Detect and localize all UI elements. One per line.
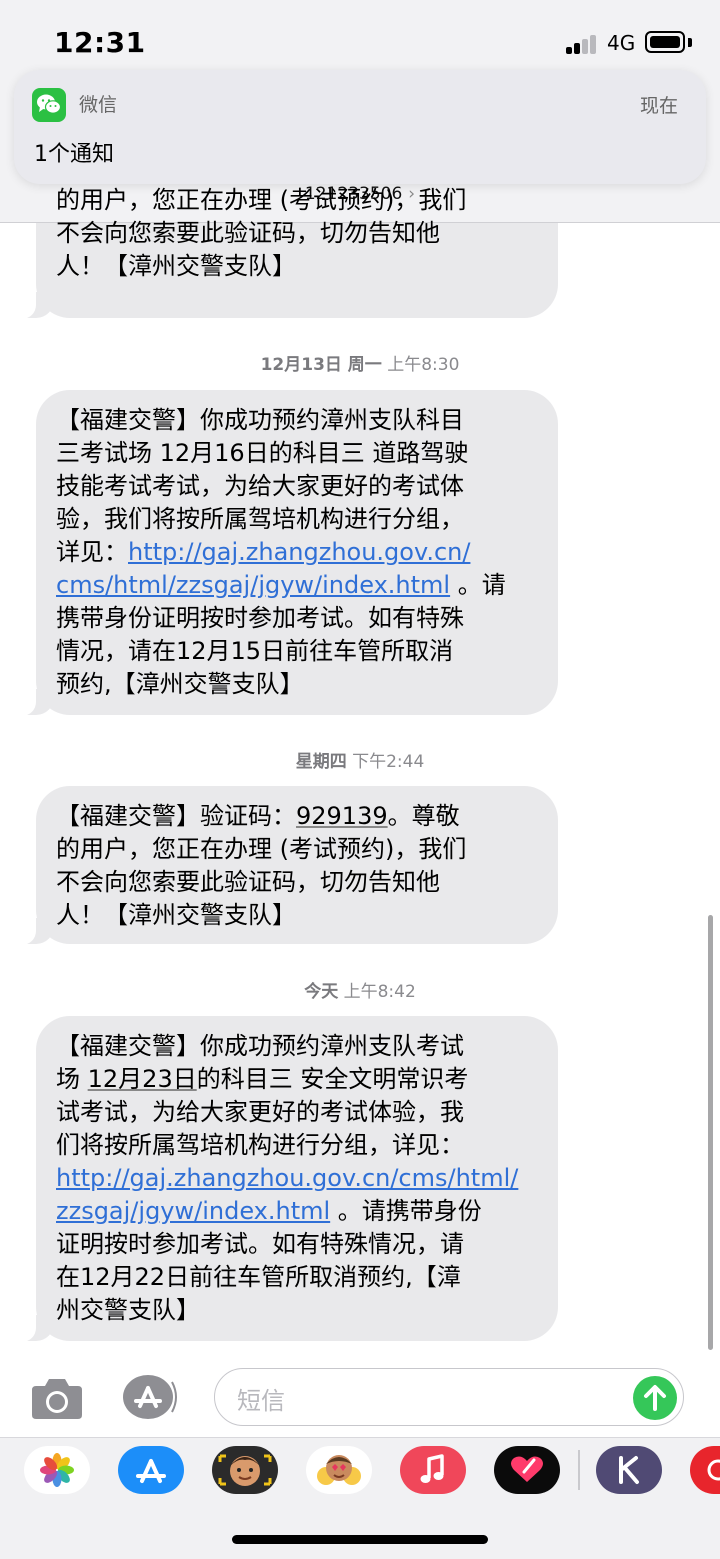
timestamp-time: 上午8:30	[387, 355, 460, 375]
message-text: 【福建交警】你成功预约漳州支队科目	[56, 406, 464, 434]
battery-icon	[645, 31, 685, 53]
timestamp-time: 下午2:44	[352, 752, 425, 772]
message-bubble-1[interactable]: 的用户，您正在办理 (考试预约)，我们 不会向您索要此验证码，切勿告知他 人！【漳州…	[14, 170, 558, 319]
message-text: 验，我们将按所属驾培机构进行分组，	[56, 505, 464, 533]
camera-icon	[32, 1379, 82, 1419]
message-line: 州交警支队】	[56, 1294, 540, 1327]
message-text: 三考试场 12月16日的科目三 道路驾驶	[56, 439, 469, 467]
network-type: 4G	[607, 31, 636, 55]
message-bubble-2[interactable]: 【福建交警】你成功预约漳州支队科目 三考试场 12月16日的科目三 道路驾驶 技能考…	[14, 390, 558, 716]
message-line: cms/html/zzsgaj/jgyw/index.html 。请	[56, 569, 540, 602]
notification-app-name: 微信	[79, 94, 118, 116]
music-app-icon[interactable]	[400, 1446, 466, 1494]
message-text: 人！【漳州交警支队】	[56, 252, 296, 280]
message-line: 在12月22日前往车管所取消预约,【漳	[56, 1261, 540, 1294]
k-app-icon[interactable]	[596, 1446, 662, 1494]
timestamp-day: 今天	[304, 982, 339, 1002]
message-line: 三考试场 12月16日的科目三 道路驾驶	[56, 437, 540, 470]
app-drawer-divider	[578, 1450, 580, 1490]
home-indicator	[232, 1535, 488, 1544]
message-text: 详见：	[56, 538, 128, 566]
timestamp-1: 12月13日 周一 上午8:30	[0, 350, 720, 375]
detected-data-text[interactable]: 929139	[296, 802, 388, 830]
message-text: 情况，请在12月15日前往车管所取消	[56, 637, 454, 665]
message-text: 。请	[450, 571, 506, 599]
message-text: 场	[56, 1065, 88, 1093]
message-line: 人！【漳州交警支队】	[56, 250, 540, 283]
timestamp-time: 上午8:42	[343, 982, 416, 1002]
app-store-icon	[123, 1375, 177, 1419]
notification-banner[interactable]: 微信 现在 1个通知	[14, 70, 706, 184]
message-link[interactable]: http://gaj.zhangzhou.gov.cn/	[128, 538, 470, 566]
message-link[interactable]: http://gaj.zhangzhou.gov.cn/cms/html/	[56, 1164, 518, 1192]
message-line: zzsgaj/jgyw/index.html 。请携带身份	[56, 1195, 540, 1228]
timestamp-2: 星期四 下午2:44	[0, 747, 720, 772]
message-text: 不会向您索要此验证码，切勿告知他	[56, 219, 440, 247]
message-line: 证明按时参加考试。如有特殊情况，请	[56, 1228, 540, 1261]
message-line: 们将按所属驾培机构进行分组，详见：	[56, 1129, 540, 1162]
timestamp-day: 星期四	[295, 752, 347, 772]
message-text: 【福建交警】验证码：	[56, 802, 296, 830]
detected-data-text[interactable]: 12月23日	[88, 1065, 197, 1093]
message-line: 试考试，为给大家更好的考试体验，我	[56, 1096, 540, 1129]
message-bubble-4[interactable]: 【福建交警】你成功预约漳州支队考试场 12月23日的科目三 安全文明常识考 试考试…	[14, 1016, 558, 1342]
notification-time: 现在	[639, 95, 678, 117]
message-text: 们将按所属驾培机构进行分组，详见：	[56, 1131, 464, 1159]
message-line: 人！【漳州交警支队】	[56, 899, 540, 932]
message-text: 证明按时参加考试。如有特殊情况，请	[56, 1230, 464, 1258]
message-text: 技能考试考试，为给大家更好的考试体	[56, 472, 464, 500]
message-line: 场 12月23日的科目三 安全文明常识考	[56, 1063, 540, 1096]
message-line: http://gaj.zhangzhou.gov.cn/cms/html/	[56, 1162, 540, 1195]
notification-body: 1个通知	[34, 142, 114, 167]
message-text: 试考试，为给大家更好的考试体验，我	[56, 1098, 464, 1126]
app-store-app-icon[interactable]	[118, 1446, 184, 1494]
message-line: 【福建交警】你成功预约漳州支队考试	[56, 1030, 540, 1063]
send-button[interactable]	[633, 1376, 677, 1420]
battery-cap	[688, 38, 692, 47]
message-line: 不会向您索要此验证码，切勿告知他	[56, 217, 540, 250]
message-line: 不会向您索要此验证码，切勿告知他	[56, 866, 540, 899]
message-bubble-3[interactable]: 【福建交警】验证码：929139。尊敬 的用户，您正在办理 (考试预约)，我们 不会…	[14, 786, 558, 945]
message-text: 的用户，您正在办理 (考试预约)，我们	[56, 186, 467, 214]
message-text: 州交警支队】	[56, 1296, 200, 1324]
message-line: 情况，请在12月15日前往车管所取消	[56, 635, 540, 668]
memoji-app-icon[interactable]	[212, 1446, 278, 1494]
message-text: 携带身份证明按时参加考试。如有特殊	[56, 604, 464, 632]
message-line: 的用户，您正在办理 (考试预约)，我们	[56, 184, 540, 217]
message-text: 的科目三 安全文明常识考	[196, 1065, 469, 1093]
scrollbar[interactable]	[708, 915, 713, 1350]
message-text: 人！【漳州交警支队】	[56, 901, 296, 929]
message-text: 不会向您索要此验证码，切勿告知他	[56, 868, 440, 896]
message-input[interactable]: 短信	[214, 1368, 684, 1426]
message-text: 在12月22日前往车管所取消预约,【漳	[56, 1263, 461, 1291]
animoji-app-icon[interactable]	[306, 1446, 372, 1494]
app-store-button[interactable]	[122, 1374, 177, 1420]
message-line: 携带身份证明按时参加考试。如有特殊	[56, 602, 540, 635]
message-line: 预约,【漳州交警支队】	[56, 668, 540, 701]
message-line: 【福建交警】验证码：929139。尊敬	[56, 800, 540, 833]
message-text: 。请携带身份	[330, 1197, 482, 1225]
digital-touch-app-icon[interactable]	[494, 1446, 560, 1494]
cellular-signal-icon	[566, 34, 602, 54]
timestamp-day: 12月13日 周一	[260, 355, 382, 375]
message-line: 技能考试考试，为给大家更好的考试体	[56, 470, 540, 503]
arrow-up-icon	[644, 1385, 666, 1411]
message-line: 详见：http://gaj.zhangzhou.gov.cn/	[56, 536, 540, 569]
message-text: 的用户，您正在办理 (考试预约)，我们	[56, 835, 467, 863]
timestamp-3: 今天 上午8:42	[0, 977, 720, 1002]
message-line: 【福建交警】你成功预约漳州支队科目	[56, 404, 540, 437]
status-time: 12:31	[54, 26, 146, 59]
message-input-placeholder: 短信	[237, 1387, 285, 1415]
message-line: 验，我们将按所属驾培机构进行分组，	[56, 503, 540, 536]
photos-app-icon[interactable]	[24, 1446, 90, 1494]
message-text: 【福建交警】你成功预约漳州支队考试	[56, 1032, 464, 1060]
camera-button[interactable]	[30, 1376, 84, 1420]
message-link[interactable]: cms/html/zzsgaj/jgyw/index.html	[56, 571, 450, 599]
message-text: 。尊敬	[387, 802, 460, 830]
message-text: 预约,【漳州交警支队】	[56, 670, 304, 698]
message-link[interactable]: zzsgaj/jgyw/index.html	[56, 1197, 330, 1225]
message-line: 的用户，您正在办理 (考试预约)，我们	[56, 833, 540, 866]
wechat-icon	[32, 88, 66, 122]
